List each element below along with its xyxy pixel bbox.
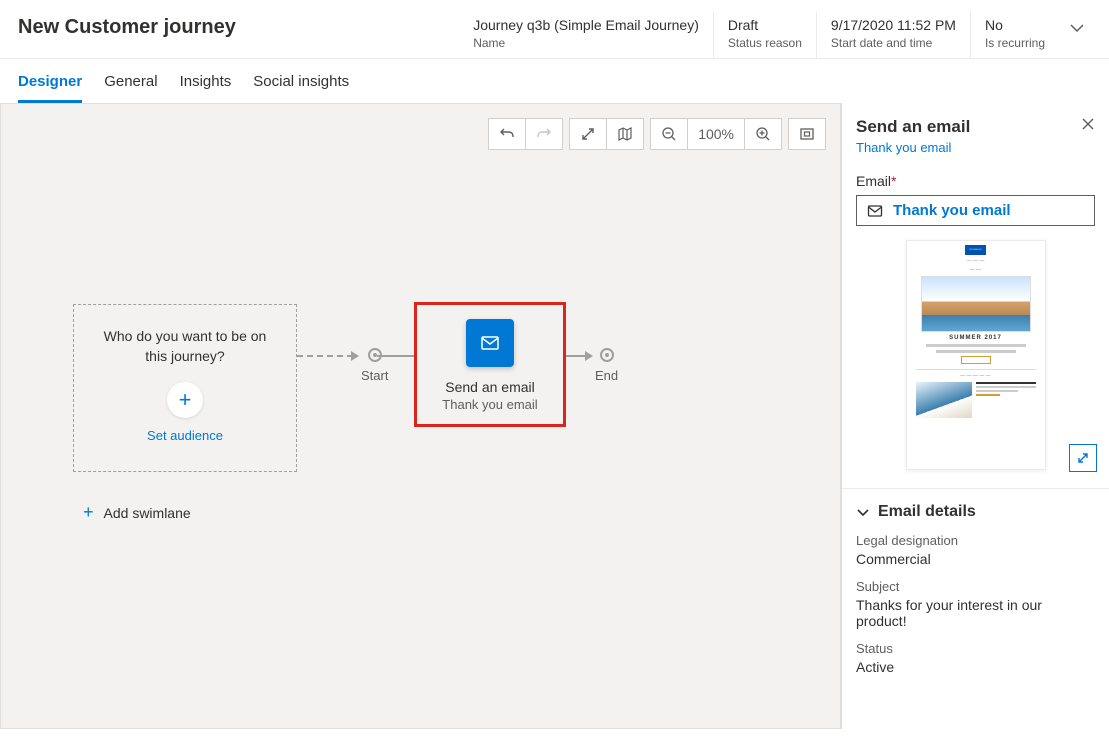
start-label: Start [361,368,388,383]
preview-filename-bar: ▫▫▫▫▫▫▫ [965,245,985,255]
preview-hero-image [921,276,1031,332]
preview-text: — — [970,267,981,273]
panel-title: Send an email [856,117,970,137]
email-lookup-value: Thank you email [893,202,1011,219]
panel-close-button[interactable] [1081,117,1095,131]
plus-icon: + [179,387,192,413]
mail-icon [867,203,883,219]
tab-designer[interactable]: Designer [18,73,82,103]
email-details-title: Email details [878,503,976,521]
add-swimlane-button[interactable]: + Add swimlane [83,502,191,523]
preview-text [926,344,1026,347]
preview-secondary-image [916,382,972,418]
chevron-down-icon [1069,20,1085,36]
meta-recurring-label: Is recurring [985,36,1045,50]
properties-panel: Send an email Thank you email Email* Tha… [841,103,1109,729]
tab-general[interactable]: General [104,73,157,103]
audience-placeholder-card[interactable]: Who do you want to be on this journey? +… [73,304,297,472]
legal-designation-value: Commercial [856,551,1095,567]
preview-text: — — — [967,258,985,264]
mail-icon [479,332,501,354]
close-icon [1081,117,1095,131]
meta-status-label: Status reason [728,36,802,50]
add-audience-button[interactable]: + [167,382,203,418]
arrow-icon [351,351,359,361]
connector-solid [377,355,415,357]
email-tile-title: Send an email [425,379,555,395]
node-dot-icon [600,348,614,362]
plus-icon: + [83,502,94,523]
meta-recurring-value: No [985,16,1045,34]
header-meta-group: Journey q3b (Simple Email Journey) Name … [459,12,1059,58]
expand-preview-button[interactable] [1069,444,1097,472]
page-title: New Customer journey [18,12,459,39]
connector-solid [565,355,587,357]
email-thumbnail[interactable]: ▫▫▫▫▫▫▫ — — — — — SUMMER 2017 — — — — — [906,240,1046,470]
preview-text [936,350,1016,353]
email-tile-selected[interactable]: Send an email Thank you email [414,302,566,427]
set-audience-link[interactable]: Set audience [92,428,278,443]
preview-text [976,382,1036,384]
start-node: Start [361,348,388,383]
tab-social-insights[interactable]: Social insights [253,73,349,103]
expand-diagonal-icon [1076,451,1090,465]
add-swimlane-label: Add swimlane [104,505,191,521]
designer-canvas[interactable]: 100% Who do you want to be on this journ… [0,103,841,729]
subject-label: Subject [856,579,1095,594]
preview-text: — — — — — [960,373,991,379]
preview-text [976,390,1018,392]
audience-question: Who do you want to be on this journey? [92,327,278,366]
meta-name: Journey q3b (Simple Email Journey) Name [459,12,713,58]
tab-bar: Designer General Insights Social insight… [0,59,1109,103]
email-lookup-field[interactable]: Thank you email [856,195,1095,226]
preview-text [976,386,1036,388]
preview-heading: SUMMER 2017 [949,335,1002,341]
email-field-label: Email* [856,173,1095,189]
chevron-down-icon [856,505,870,519]
preview-cta [961,356,991,364]
panel-record-link[interactable]: Thank you email [856,140,970,155]
email-tile-subtitle: Thank you email [425,397,555,412]
subject-value: Thanks for your interest in our product! [856,597,1095,629]
meta-recurring: No Is recurring [970,12,1059,58]
connector-dashed [297,355,353,357]
meta-start-date: 9/17/2020 11:52 PM Start date and time [816,12,970,58]
legal-designation-label: Legal designation [856,533,1095,548]
email-tile [466,319,514,367]
meta-status-value: Draft [728,16,802,34]
meta-status-reason: Draft Status reason [713,12,816,58]
header-expand-chevron[interactable] [1059,12,1091,36]
meta-date-value: 9/17/2020 11:52 PM [831,16,956,34]
status-value: Active [856,659,1095,675]
arrow-icon [585,351,593,361]
email-preview: ▫▫▫▫▫▫▫ — — — — — SUMMER 2017 — — — — — [856,240,1095,470]
meta-name-value: Journey q3b (Simple Email Journey) [473,16,699,34]
email-details-section-header[interactable]: Email details [856,489,1095,521]
end-node: End [595,348,618,383]
meta-name-label: Name [473,36,699,50]
preview-divider [916,369,1036,370]
status-label: Status [856,641,1095,656]
preview-text [976,394,1000,396]
meta-date-label: Start date and time [831,36,956,50]
end-label: End [595,368,618,383]
tab-insights[interactable]: Insights [180,73,232,103]
